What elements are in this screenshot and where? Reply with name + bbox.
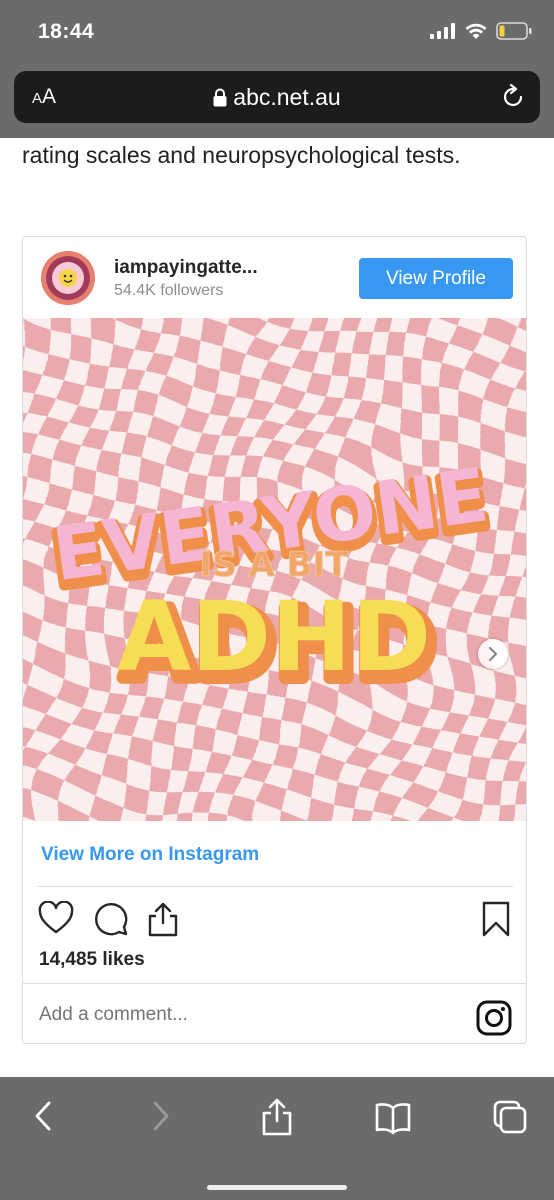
follower-count: 54.4K followers [114,282,224,299]
signal-icon [430,23,455,39]
instagram-embed: iampayingatte... 54.4K followers View Pr… [22,236,527,1044]
status-icons [430,22,532,40]
reload-icon[interactable] [500,84,526,110]
back-icon[interactable] [30,1099,56,1133]
post-image[interactable]: EVERYONE EVERYONE IS A BIT ADHD ADHD [23,318,526,821]
comment-row [23,983,526,1045]
avatar[interactable] [41,251,95,305]
post-actions [38,901,513,937]
browser-top-chrome: 18:44 AA abc.net.au [0,0,554,138]
is-a-bit-text: IS A BIT [200,545,350,585]
svg-text:ADHD: ADHD [117,581,431,693]
battery-icon [496,22,532,40]
divider [38,886,513,887]
forward-icon[interactable] [148,1099,174,1133]
wifi-icon [465,23,487,39]
chevron-right-icon [488,646,498,662]
username[interactable]: iampayingatte... [114,257,258,279]
like-count: 14,485 likes [39,949,145,970]
comment-input[interactable] [39,1004,439,1026]
heart-icon[interactable] [38,901,74,935]
view-profile-button[interactable]: View Profile [359,258,513,299]
carousel-next-button[interactable] [478,639,508,669]
article-paragraph: rating scales and neuropsychological tes… [22,142,461,168]
bookmark-icon[interactable] [481,901,511,937]
instagram-icon[interactable] [476,1000,512,1036]
adhd-text: ADHD ADHD [116,581,442,707]
address-bar[interactable]: AA abc.net.au [14,71,540,123]
url-display[interactable]: abc.net.au [14,84,540,111]
home-indicator [207,1185,347,1190]
status-time: 18:44 [38,20,95,43]
lock-icon [213,88,227,107]
share-sheet-icon[interactable] [259,1097,295,1137]
view-more-link[interactable]: View More on Instagram [41,844,259,866]
bookmarks-icon[interactable] [374,1101,412,1135]
share-icon[interactable] [146,901,180,937]
browser-bottom-toolbar [0,1077,554,1200]
comment-icon[interactable] [93,901,129,937]
tabs-icon[interactable] [492,1099,528,1135]
url-text: abc.net.au [233,84,341,110]
